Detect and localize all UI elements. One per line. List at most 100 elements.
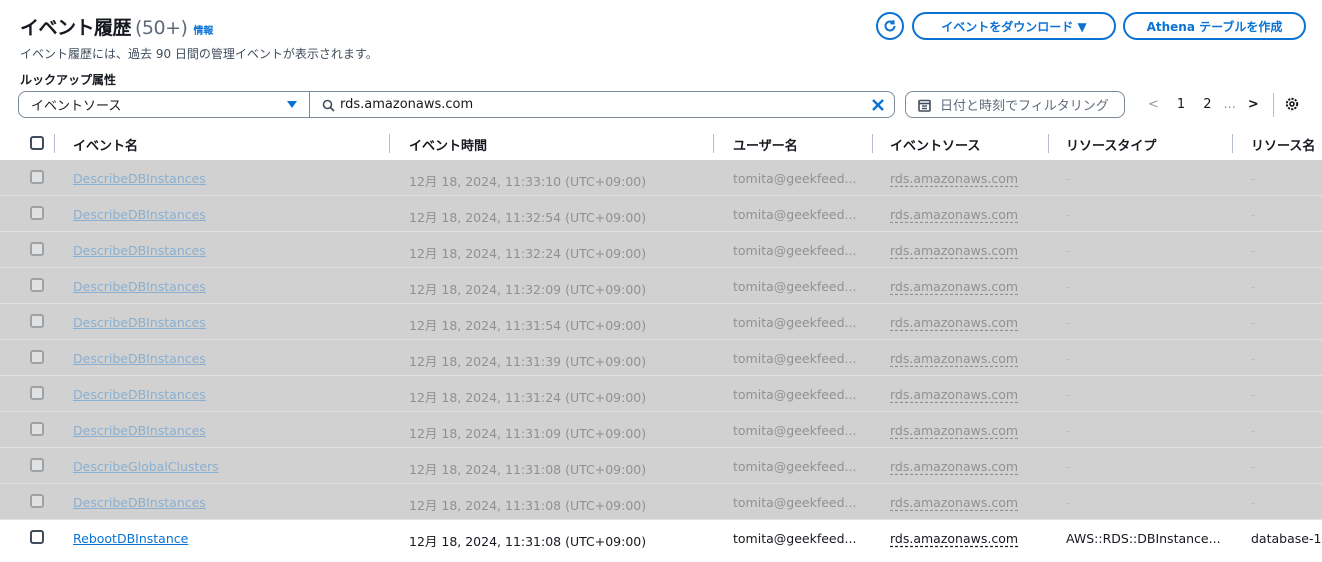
table-row[interactable]: DescribeGlobalClusters 12月 18, 2024, 11:3… <box>0 448 1322 484</box>
date-filter-label: 日付と時刻でフィルタリング <box>940 99 1109 114</box>
event-source[interactable]: rds.amazonaws.com <box>890 279 1018 294</box>
event-name-link[interactable]: RebootDBInstance <box>73 531 188 546</box>
event-source[interactable]: rds.amazonaws.com <box>890 423 1018 438</box>
caret-down-icon <box>287 101 297 108</box>
table-row[interactable]: DescribeDBInstances 12月 18, 2024, 11:33:1… <box>0 160 1322 196</box>
event-time: 12月 18, 2024, 11:31:09 (UTC+09:00) <box>409 426 647 441</box>
search-icon <box>322 99 335 112</box>
page-header: イベント履歴 (50+) 情報 <box>20 13 213 40</box>
date-filter-button[interactable]: 日付と時刻でフィルタリング <box>905 91 1125 118</box>
row-checkbox[interactable] <box>30 170 44 184</box>
download-events-button[interactable]: イベントをダウンロード ▼ <box>912 12 1116 40</box>
refresh-icon <box>884 20 896 32</box>
row-checkbox[interactable] <box>30 530 44 544</box>
user-name: tomita@geekfeed... <box>733 171 857 186</box>
search-input[interactable]: rds.amazonaws.com <box>309 91 895 118</box>
event-name-link[interactable]: DescribeDBInstances <box>73 315 206 330</box>
event-source[interactable]: rds.amazonaws.com <box>890 243 1018 258</box>
event-source[interactable]: rds.amazonaws.com <box>890 495 1018 510</box>
row-checkbox[interactable] <box>30 206 44 220</box>
event-source[interactable]: rds.amazonaws.com <box>890 531 1018 546</box>
event-name-link[interactable]: DescribeDBInstances <box>73 243 206 258</box>
event-source[interactable]: rds.amazonaws.com <box>890 171 1018 186</box>
resource-name: - <box>1251 495 1256 510</box>
column-header-resource-name[interactable]: リソース名 <box>1251 135 1315 154</box>
resource-name: - <box>1251 387 1256 402</box>
row-checkbox[interactable] <box>30 278 44 292</box>
column-separator <box>1048 134 1049 153</box>
resource-name: database-1, <box>1251 531 1322 546</box>
resource-name: - <box>1251 459 1256 474</box>
close-icon[interactable] <box>870 97 886 113</box>
event-name-link[interactable]: DescribeDBInstances <box>73 495 206 510</box>
search-value: rds.amazonaws.com <box>340 97 474 112</box>
resource-name: - <box>1251 171 1256 186</box>
event-name-link[interactable]: DescribeGlobalClusters <box>73 459 219 474</box>
row-checkbox[interactable] <box>30 350 44 364</box>
resource-type: - <box>1066 387 1071 402</box>
event-source[interactable]: rds.amazonaws.com <box>890 387 1018 402</box>
column-separator <box>713 134 714 153</box>
table-row[interactable]: DescribeDBInstances 12月 18, 2024, 11:32:0… <box>0 268 1322 304</box>
table-row[interactable]: DescribeDBInstances 12月 18, 2024, 11:32:5… <box>0 196 1322 232</box>
user-name: tomita@geekfeed... <box>733 279 857 294</box>
table-row[interactable]: DescribeDBInstances 12月 18, 2024, 11:31:0… <box>0 412 1322 448</box>
resource-type: - <box>1066 459 1071 474</box>
event-name-link[interactable]: DescribeDBInstances <box>73 207 206 222</box>
event-name-link[interactable]: DescribeDBInstances <box>73 279 206 294</box>
pagination-ellipsis: ... <box>1223 97 1236 112</box>
user-name: tomita@geekfeed... <box>733 315 857 330</box>
info-link[interactable]: 情報 <box>193 22 213 37</box>
resource-type: - <box>1066 315 1071 330</box>
row-checkbox[interactable] <box>30 458 44 472</box>
column-header-user-name[interactable]: ユーザー名 <box>733 135 798 154</box>
resource-type: - <box>1066 279 1071 294</box>
table-row[interactable]: DescribeDBInstances 12月 18, 2024, 11:31:0… <box>0 484 1322 520</box>
page-description: イベント履歴には、過去 90 日間の管理イベントが表示されます。 <box>20 47 378 61</box>
table-row[interactable]: RebootDBInstance 12月 18, 2024, 11:31:08 (… <box>0 520 1322 556</box>
user-name: tomita@geekfeed... <box>733 351 857 366</box>
row-checkbox[interactable] <box>30 422 44 436</box>
column-header-event-time[interactable]: イベント時間 <box>409 135 487 154</box>
event-name-link[interactable]: DescribeDBInstances <box>73 423 206 438</box>
row-checkbox[interactable] <box>30 242 44 256</box>
column-separator <box>1232 134 1233 153</box>
column-header-event-name[interactable]: イベント名 <box>73 135 138 154</box>
event-source[interactable]: rds.amazonaws.com <box>890 459 1018 474</box>
row-checkbox[interactable] <box>30 314 44 328</box>
refresh-button[interactable] <box>876 12 904 40</box>
event-source[interactable]: rds.amazonaws.com <box>890 351 1018 366</box>
prev-page-button[interactable]: < <box>1148 97 1159 112</box>
lookup-attribute-select[interactable]: イベントソース <box>18 91 310 118</box>
table-row[interactable]: DescribeDBInstances 12月 18, 2024, 11:31:2… <box>0 376 1322 412</box>
resource-type: - <box>1066 207 1071 222</box>
event-time: 12月 18, 2024, 11:31:08 (UTC+09:00) <box>409 462 647 477</box>
row-checkbox[interactable] <box>30 386 44 400</box>
page-2-button[interactable]: 2 <box>1203 97 1211 112</box>
table-header: イベント名 イベント時間 ユーザー名 イベントソース リソースタイプ リソース名 <box>0 127 1322 160</box>
event-time: 12月 18, 2024, 11:31:24 (UTC+09:00) <box>409 390 647 405</box>
event-name-link[interactable]: DescribeDBInstances <box>73 171 206 186</box>
table-row[interactable]: DescribeDBInstances 12月 18, 2024, 11:32:2… <box>0 232 1322 268</box>
user-name: tomita@geekfeed... <box>733 207 857 222</box>
event-name-link[interactable]: DescribeDBInstances <box>73 351 206 366</box>
column-separator <box>872 134 873 153</box>
next-page-button[interactable]: > <box>1248 97 1259 112</box>
create-athena-table-button[interactable]: Athena テーブルを作成 <box>1123 12 1306 40</box>
table-row[interactable]: DescribeDBInstances 12月 18, 2024, 11:31:3… <box>0 340 1322 376</box>
gear-icon[interactable] <box>1284 96 1300 112</box>
column-separator <box>389 134 390 153</box>
row-checkbox[interactable] <box>30 494 44 508</box>
event-source[interactable]: rds.amazonaws.com <box>890 315 1018 330</box>
table-row[interactable]: DescribeDBInstances 12月 18, 2024, 11:31:5… <box>0 304 1322 340</box>
event-time: 12月 18, 2024, 11:31:08 (UTC+09:00) <box>409 534 647 549</box>
column-header-resource-type[interactable]: リソースタイプ <box>1066 135 1156 154</box>
event-count: (50+) <box>135 17 188 39</box>
event-name-link[interactable]: DescribeDBInstances <box>73 387 206 402</box>
select-all-checkbox[interactable] <box>30 136 44 150</box>
event-source[interactable]: rds.amazonaws.com <box>890 207 1018 222</box>
page-1-button[interactable]: 1 <box>1177 97 1185 112</box>
column-header-event-source[interactable]: イベントソース <box>890 135 980 154</box>
event-time: 12月 18, 2024, 11:32:24 (UTC+09:00) <box>409 246 647 261</box>
pagination-divider <box>1273 93 1274 117</box>
